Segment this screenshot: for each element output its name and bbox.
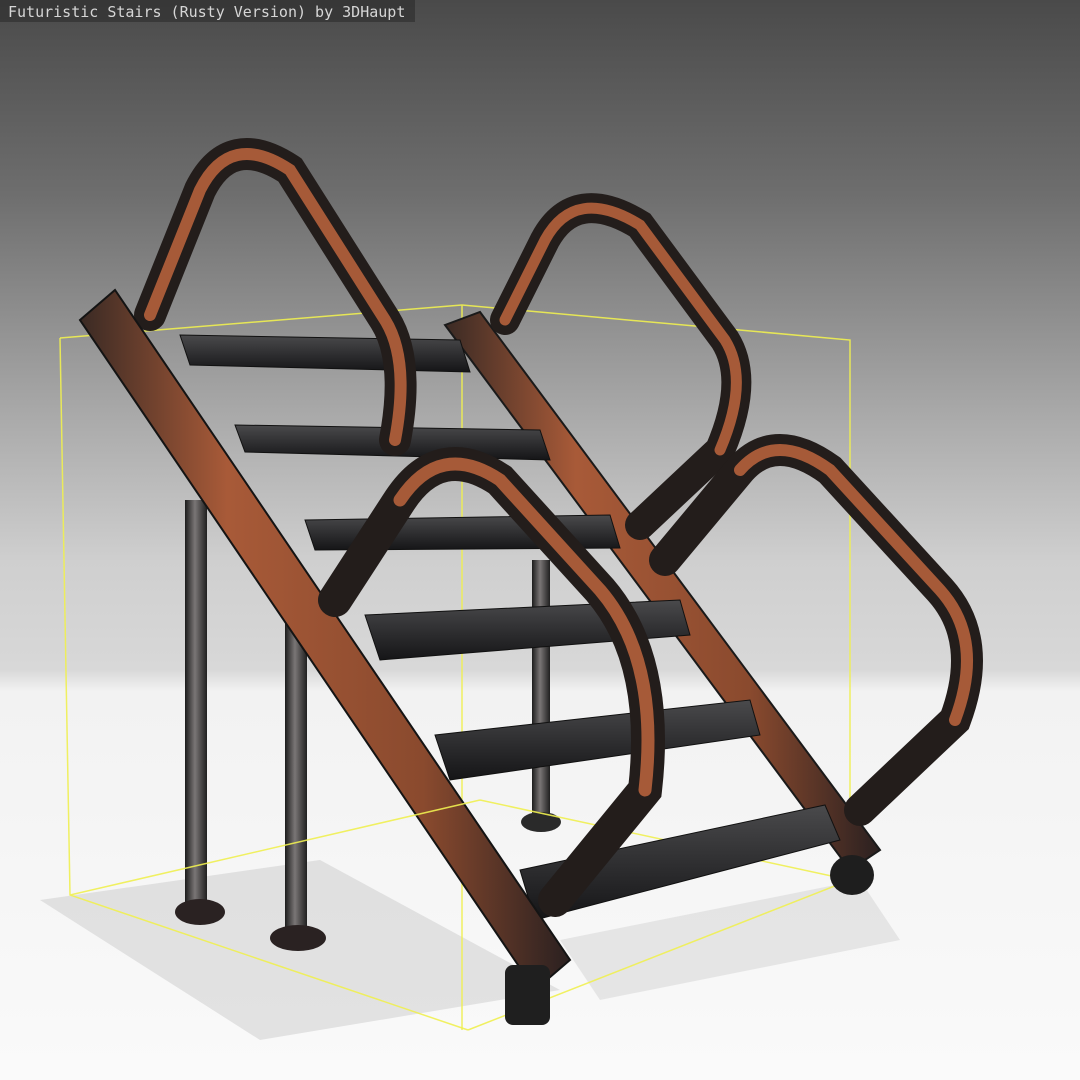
staircase-render[interactable] xyxy=(0,0,1080,1080)
model-viewport[interactable]: Futuristic Stairs (Rusty Version) by 3DH… xyxy=(0,0,1080,1080)
